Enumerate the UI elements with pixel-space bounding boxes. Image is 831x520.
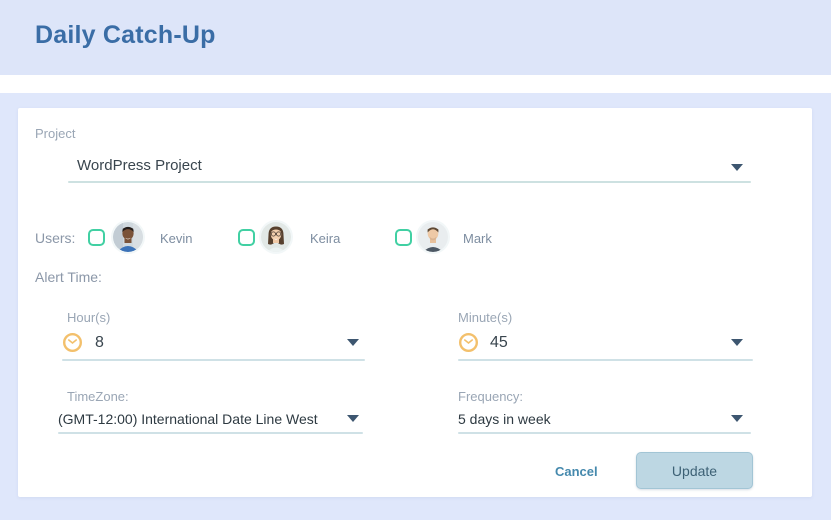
hours-underline [62,359,365,361]
hours-caret-icon[interactable] [347,339,359,346]
hours-label: Hour(s) [67,310,110,325]
project-label: Project [35,126,75,141]
users-label: Users: [35,230,75,246]
user-checkbox-kevin[interactable] [88,229,105,246]
minutes-select[interactable]: 45 [490,334,508,352]
page-title: Daily Catch-Up [35,21,216,50]
avatar-kevin [113,222,143,252]
clock-icon [62,332,83,353]
project-caret-icon[interactable] [731,164,743,171]
project-select[interactable]: WordPress Project [77,157,202,174]
daily-catchup-form-card: Project WordPress Project Users: Kevin [18,108,812,497]
minutes-underline [458,359,753,361]
clock-icon [458,332,479,353]
user-name-keira: Keira [310,231,340,246]
update-button[interactable]: Update [636,452,753,489]
project-underline [68,181,751,183]
timezone-underline [58,432,363,434]
cancel-button[interactable]: Cancel [555,464,598,479]
hours-select[interactable]: 8 [95,334,104,352]
frequency-caret-icon[interactable] [731,415,743,422]
minutes-caret-icon[interactable] [731,339,743,346]
frequency-select[interactable]: 5 days in week [458,411,551,427]
user-name-mark: Mark [463,231,492,246]
user-checkbox-mark[interactable] [395,229,412,246]
user-checkbox-keira[interactable] [238,229,255,246]
frequency-label: Frequency: [458,389,523,404]
user-name-kevin: Kevin [160,231,193,246]
timezone-caret-icon[interactable] [347,415,359,422]
header-divider-strip [0,75,831,93]
timezone-select[interactable]: (GMT-12:00) International Date Line West [58,411,318,427]
frequency-underline [458,432,751,434]
avatar-mark [418,222,448,252]
timezone-label: TimeZone: [67,389,129,404]
alert-time-label: Alert Time: [35,269,102,285]
minutes-label: Minute(s) [458,310,512,325]
avatar-keira [261,222,291,252]
